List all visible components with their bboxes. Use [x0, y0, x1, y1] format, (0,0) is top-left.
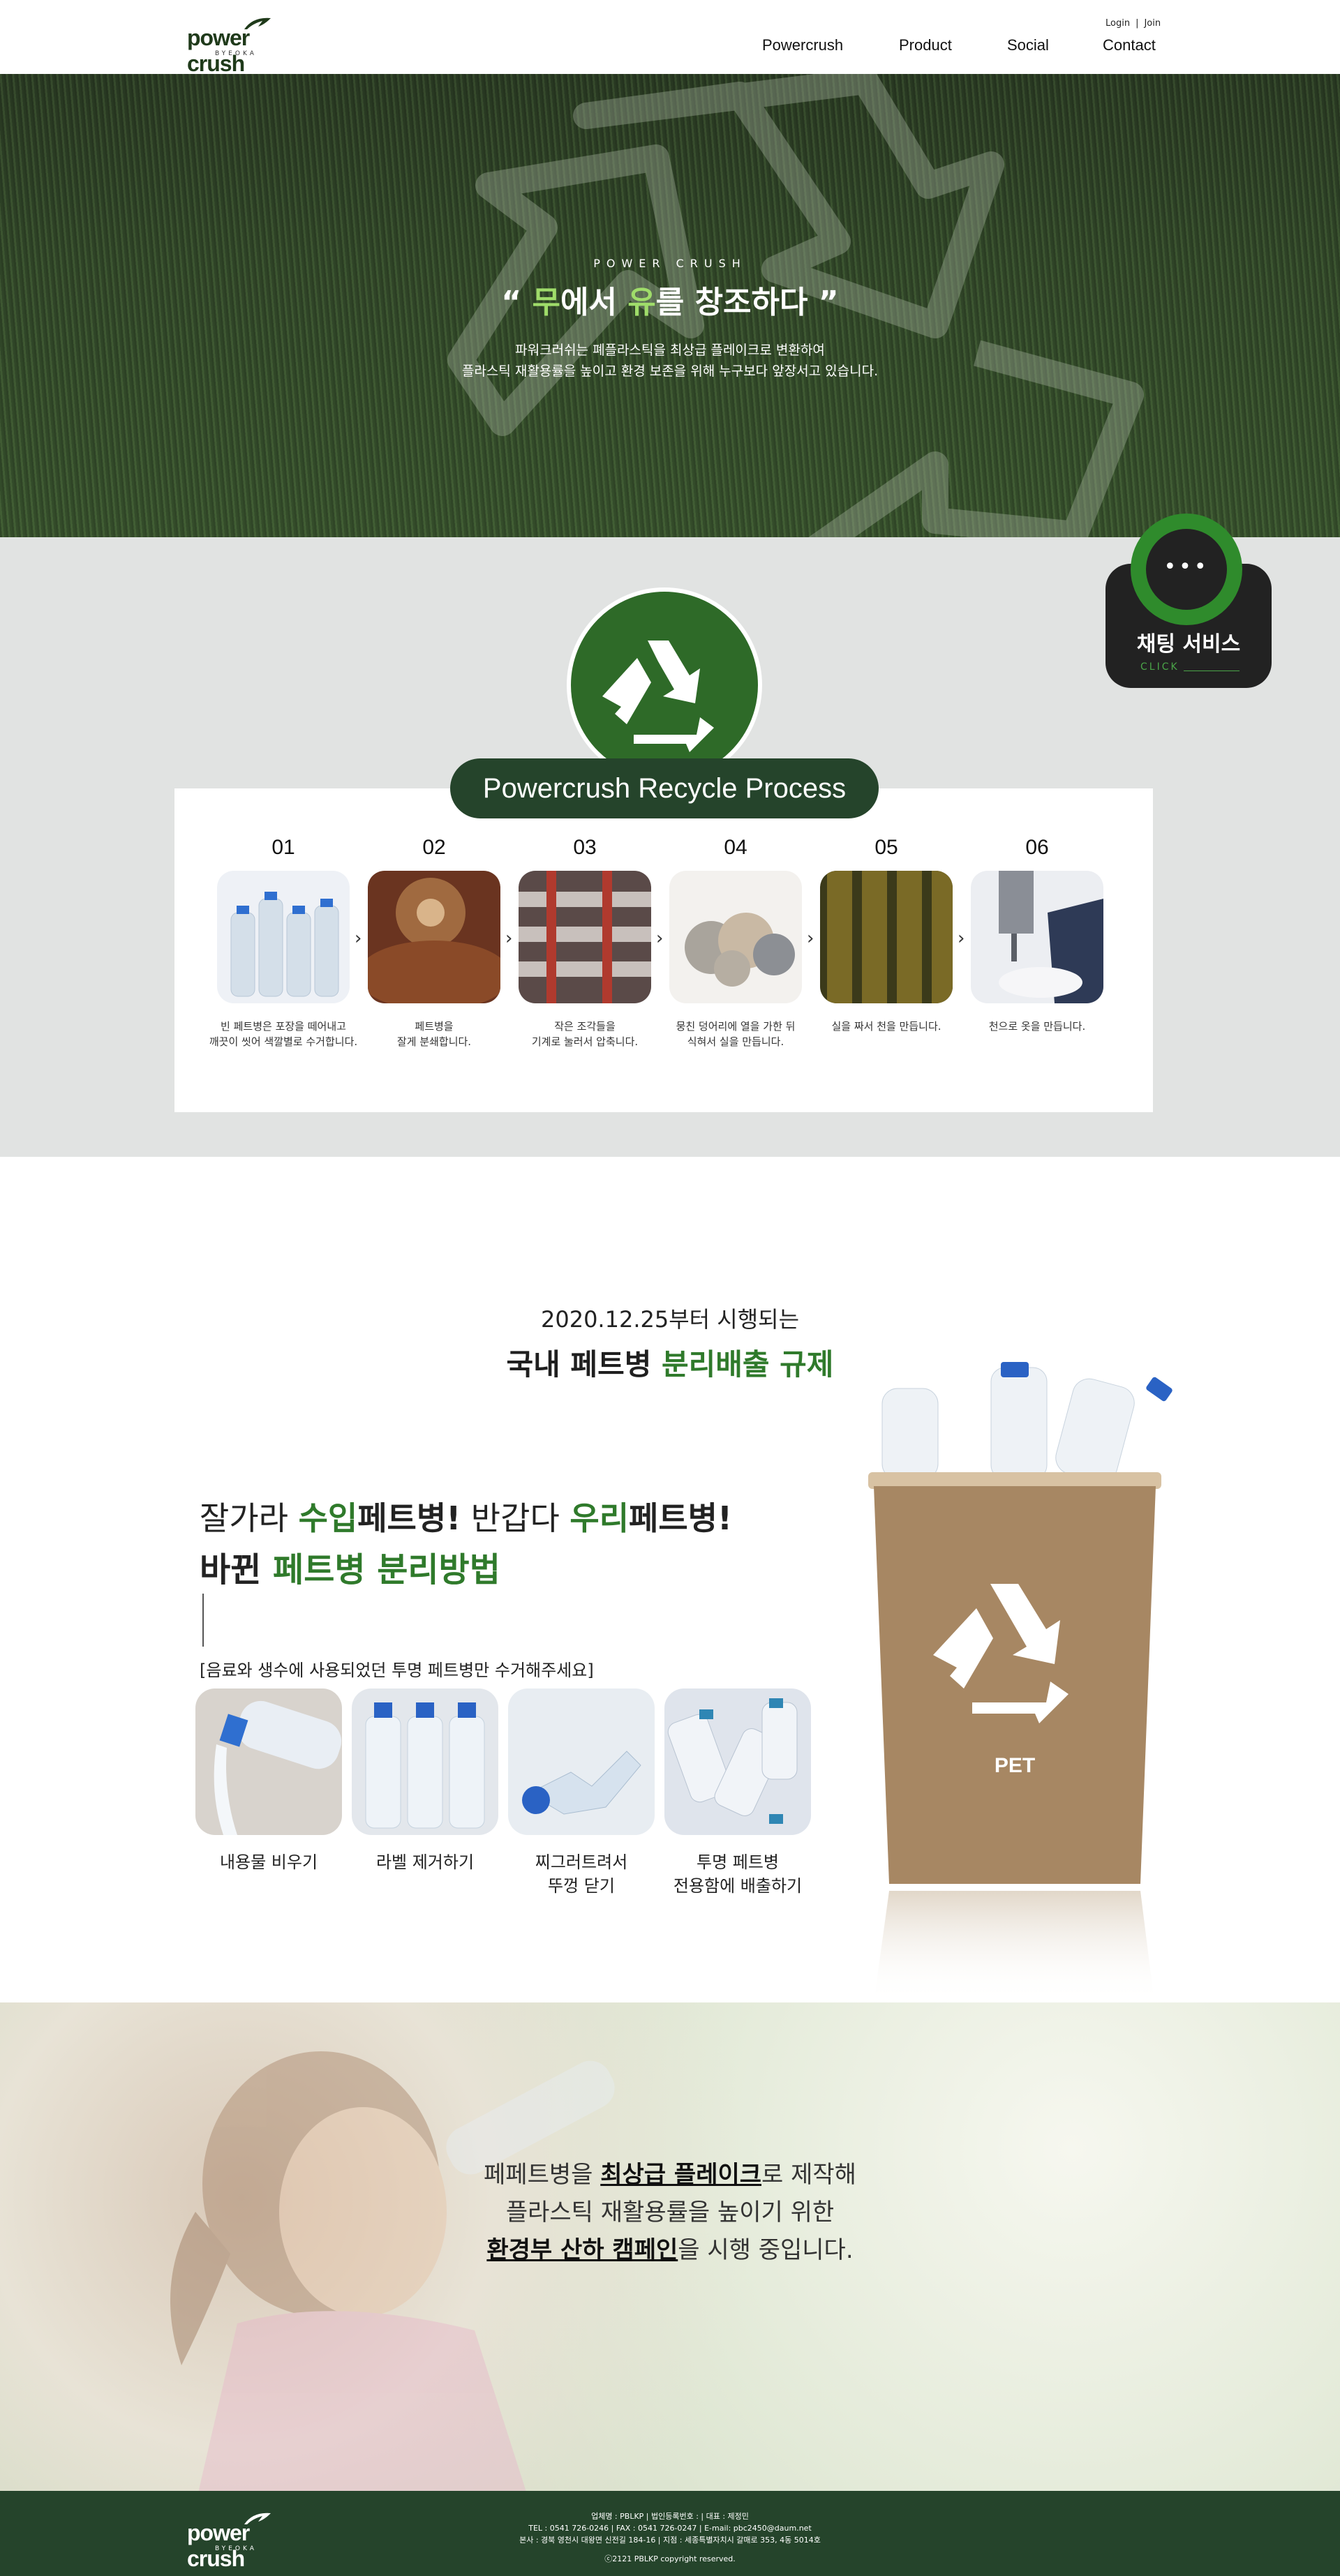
hero-banner: POWER CRUSH “ 무에서 유를 창조하다 ” 파워크러쉬는 폐플라스틱… [0, 74, 1340, 537]
slogan-line-2: 바뀐 페트병 분리방법 [200, 1550, 500, 1589]
copyright: ⓒ2121 PBLKP copyright reserved. [604, 2554, 736, 2563]
pet-recycling-bin: PET [854, 1354, 1196, 2002]
divider-line [202, 1594, 204, 1647]
tip-remove-label: 라벨 제거하기 [352, 1688, 498, 1874]
process-recycle-badge [567, 587, 762, 783]
hero-eyebrow: POWER CRUSH [593, 257, 747, 270]
shredding-image [368, 871, 500, 1003]
footer-company-info: 업체명 : PBLKP | 법인등록번호 : | 대표 : 제정민 TEL : … [0, 2510, 1340, 2565]
labeled-bottles-image [352, 1688, 498, 1835]
nav-social[interactable]: Social [1007, 36, 1049, 54]
process-step-5: 05 실을 짜서 천을 만듭니다. [811, 836, 962, 1034]
process-step-1: 01 빈 페트병은 포장을 떼어내고 깨끗이 씻어 색깔별로 수거합니다. [209, 836, 358, 1048]
pouring-bottle-image [195, 1688, 342, 1835]
fabric-image [820, 871, 953, 1003]
utility-links: Login | Join [1103, 18, 1163, 29]
util-divider: | [1136, 18, 1139, 29]
process-step-4: 04 뭉친 덩어리에 열을 가한 뒤 식혀서 실을 만듭니다. [660, 836, 811, 1049]
nav-product[interactable]: Product [899, 36, 952, 54]
yarn-image [669, 871, 802, 1003]
bin-label: PET [995, 1754, 1035, 1777]
logo-subtext: BYEOKA [215, 50, 257, 57]
slogan-line-1: 잘가라 수입페트병! 반갑다 우리페트병! [200, 1499, 732, 1537]
recycle-icon [602, 641, 714, 752]
bottle-pile-image [664, 1688, 811, 1835]
chat-click-label: CLICK [1140, 661, 1179, 673]
campaign-text: 페페트병을 최상급 플레이크로 제작해 플라스틱 재활용률을 높이기 위한 환경… [484, 2161, 856, 2264]
process-card: 01 빈 페트병은 포장을 떼어내고 깨끗이 씻어 색깔별로 수거합니다. › 0… [174, 788, 1153, 1112]
hero-title: “ 무에서 유를 창조하다 ” [501, 285, 839, 320]
site-footer: power crush BYEOKA 업체명 : PBLKP | 법인등록번호 … [0, 2491, 1340, 2576]
site-header: power crush BYEOKA Login | Join Powercrush… [0, 0, 1340, 76]
process-step-2: 02 페트병을 잘게 분쇄합니다. [359, 836, 509, 1049]
tip-crush-cap: 찌그러트려서 뚜껑 닫기 [508, 1688, 655, 1898]
chat-label: 채팅 서비스 [1136, 632, 1241, 657]
hero-description: 파워크러쉬는 폐플라스틱을 최상급 플레이크로 변환하여 플라스틱 재활용률을 높… [461, 343, 879, 379]
bottles-image [217, 871, 350, 1003]
process-step-6: 06 천으로 옷을 만듭니다. [962, 836, 1112, 1034]
hero-text: POWER CRUSH “ 무에서 유를 창조하다 ” 파워크러쉬는 폐플라스틱… [0, 257, 1340, 382]
site-logo[interactable]: power crush BYEOKA [187, 15, 306, 76]
tip-dispose-clear-pet: 투명 페트병 전용함에 배출하기 [664, 1688, 811, 1898]
nav-powercrush[interactable]: Powercrush [762, 36, 843, 54]
crushed-bottle-image [508, 1688, 655, 1835]
chat-bubble-icon: ••• [1131, 514, 1242, 625]
nav-contact[interactable]: Contact [1103, 36, 1156, 54]
machine-pipes-image [519, 871, 651, 1003]
sewing-image [971, 871, 1103, 1003]
process-title: Powercrush Recycle Process [450, 758, 879, 818]
collection-note: [음료와 생수에 사용되었던 투명 페트병만 수거해주세요] [200, 1661, 594, 1680]
login-link[interactable]: Login [1106, 18, 1130, 29]
join-link[interactable]: Join [1144, 18, 1161, 29]
campaign-section: 페페트병을 최상급 플레이크로 제작해 플라스틱 재활용률을 높이기 위한 환경… [0, 2002, 1340, 2491]
process-step-3: 03 작은 조각들을 기계로 눌러서 압축니다. [509, 836, 660, 1049]
chat-service-button[interactable]: ••• 채팅 서비스 CLICK [1106, 514, 1272, 688]
tip-empty-contents: 내용물 비우기 [195, 1688, 342, 1874]
